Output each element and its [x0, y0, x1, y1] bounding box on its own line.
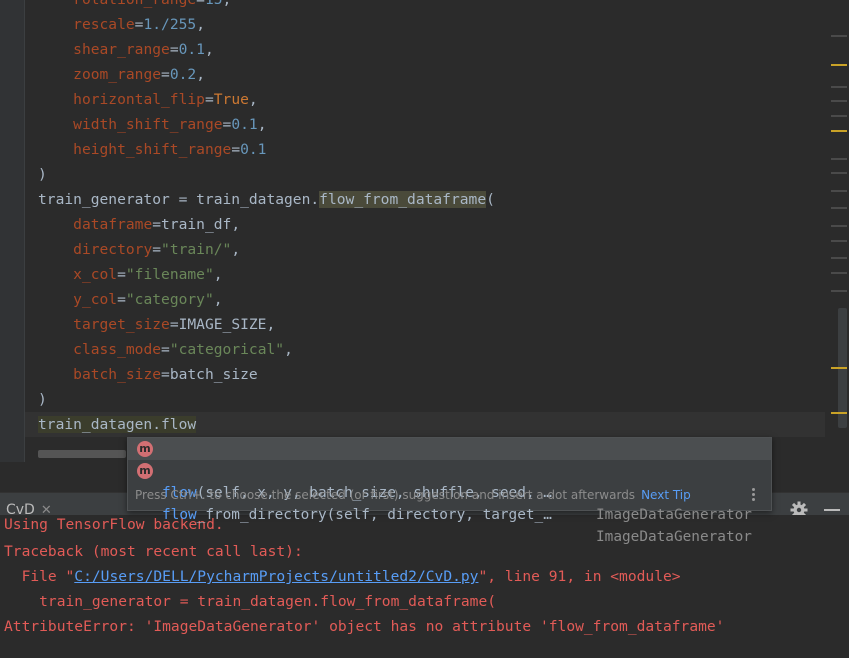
suggestion-type: ImageDataGenerator: [596, 507, 752, 523]
param-name: target_size: [73, 316, 170, 333]
horizontal-scrollbar-thumb[interactable]: [38, 450, 126, 458]
suggestion-item[interactable]: m flow(self, x, y, batch_size, shuffle, …: [128, 438, 771, 523]
param-value: "categorical": [169, 341, 285, 358]
scrollbar-marker: [831, 367, 847, 369]
param-value: "category": [125, 291, 214, 308]
scrollbar-marker: [831, 240, 847, 242]
param-value: 0.2: [169, 66, 197, 83]
code-editor[interactable]: rotation_range=15, rescale=1./255, shear…: [0, 0, 849, 462]
scrollbar-marker: [831, 86, 847, 88]
console-line: AttributeError: 'ImageDataGenerator' obj…: [4, 618, 725, 635]
code-line: zoom_range=0.2,: [73, 66, 205, 83]
method-icon: m: [137, 441, 153, 457]
code-line: width_shift_range=0.1,: [73, 116, 267, 133]
param-value: IMAGE_SIZE: [178, 316, 267, 333]
scrollbar-marker: [831, 158, 847, 160]
param-name: x_col: [73, 266, 118, 283]
param-name: y_col: [73, 291, 118, 308]
code-line: height_shift_range=0.1: [73, 141, 267, 158]
code-line: y_col="category",: [73, 291, 223, 308]
scrollbar-marker: [831, 130, 847, 132]
param-name: height_shift_range: [73, 141, 232, 158]
param-value: 0.1: [178, 41, 205, 58]
file-link[interactable]: C:/Users/DELL/PycharmProjects/untitled2/…: [74, 568, 478, 585]
console-line: File "C:/Users/DELL/PycharmProjects/unti…: [4, 564, 681, 589]
scrollbar-marker: [831, 190, 847, 192]
param-value: "filename": [125, 266, 214, 283]
suggestion-item[interactable]: m flow_from_directory(self, directory, t…: [128, 460, 771, 545]
code-line: x_col="filename",: [73, 266, 223, 283]
console-text: File ": [4, 568, 75, 585]
param-value: True: [213, 91, 249, 108]
param-value: 0.1: [240, 141, 267, 158]
scrollbar-marker: [831, 172, 847, 174]
minimize-icon[interactable]: [824, 509, 840, 511]
param-name: batch_size: [73, 366, 162, 383]
param-name: rescale: [73, 16, 135, 33]
param-value: 15: [205, 0, 223, 8]
param-name: width_shift_range: [73, 116, 223, 133]
typed-text: train_datagen.flow: [38, 416, 197, 433]
param-name: shear_range: [73, 41, 170, 58]
next-tip-link[interactable]: Next Tip: [641, 488, 691, 502]
code-line: dataframe=train_df,: [73, 216, 241, 233]
scrollbar-marker: [831, 257, 847, 259]
console-text: ", line 91, in <module>: [478, 568, 681, 585]
code-line: ): [38, 391, 47, 408]
param-name: dataframe: [73, 216, 153, 233]
editor-gutter: [0, 0, 25, 462]
param-value: 1./255: [143, 16, 197, 33]
scrollbar-marker: [831, 225, 847, 227]
console-line: train_generator = train_datagen.flow_fro…: [4, 593, 497, 610]
code-line: ): [38, 166, 47, 183]
param-name: zoom_range: [73, 66, 162, 83]
code-line: rescale=1./255,: [73, 16, 205, 33]
code-line: rotation_range=15,: [38, 0, 231, 12]
scrollbar-marker: [831, 207, 847, 209]
param-value: train_df: [161, 216, 232, 233]
method-name: flow_from_dataframe: [319, 191, 487, 208]
code-line-current: train_datagen.flow: [38, 412, 197, 437]
code-line: directory="train/",: [73, 241, 241, 258]
popup-hint: Press Ctrl+. to choose the selected (or …: [135, 488, 691, 502]
code-line: train_generator = train_datagen.flow_fro…: [38, 191, 495, 208]
code-line: horizontal_flip=True,: [73, 91, 258, 108]
suggestion-signature: flow_from_directory(self, directory, tar…: [162, 507, 552, 523]
param-name: horizontal_flip: [73, 91, 205, 108]
param-name: directory: [73, 241, 153, 258]
code-line: shear_range=0.1,: [73, 41, 214, 58]
scrollbar-marker: [831, 100, 847, 102]
param-value: "train/": [161, 241, 232, 258]
param-name: class_mode: [73, 341, 162, 358]
suggestion-type: ImageDataGenerator: [596, 529, 752, 545]
code-line: target_size=IMAGE_SIZE,: [73, 316, 276, 333]
code-line: class_mode="categorical",: [73, 341, 293, 358]
code-line: batch_size=batch_size: [73, 366, 258, 383]
method-icon: m: [137, 463, 153, 479]
param-value: batch_size: [169, 366, 258, 383]
scrollbar-marker: [831, 35, 847, 37]
scrollbar-marker: [831, 412, 847, 414]
autocomplete-popup: m flow(self, x, y, batch_size, shuffle, …: [127, 437, 772, 545]
scrollbar-marker: [831, 290, 847, 292]
param-value: 0.1: [231, 116, 258, 133]
more-options-icon[interactable]: [752, 487, 756, 503]
scrollbar-marker: [831, 64, 847, 66]
param-name: rotation_range: [73, 0, 196, 8]
scrollbar-marker: [831, 115, 847, 117]
scrollbar-marker: [831, 272, 847, 274]
